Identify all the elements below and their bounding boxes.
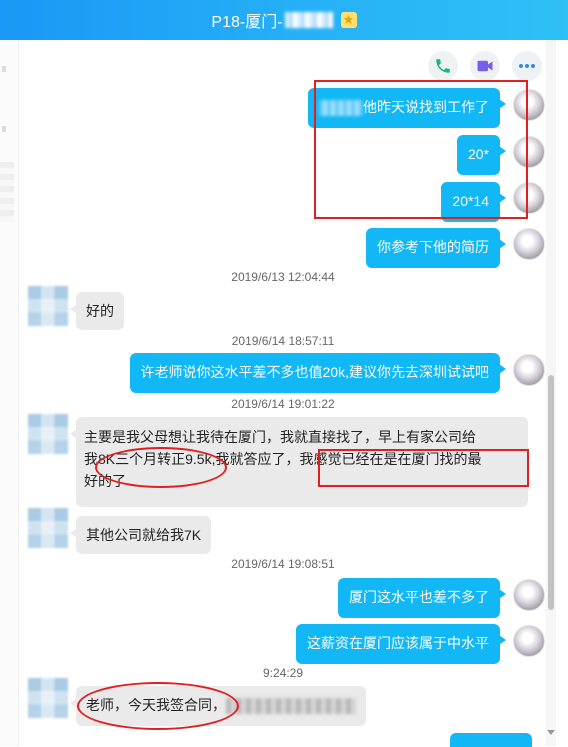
message-text: 这薪资在厦门应该属于中水平 bbox=[307, 635, 489, 651]
annotation-circle bbox=[77, 682, 239, 730]
blurred-side-content bbox=[0, 162, 14, 222]
side-mark bbox=[2, 66, 6, 72]
message-text: 厦门这水平也差不多了 bbox=[349, 589, 489, 605]
timestamp: 2019/6/13 12:04:44 bbox=[231, 270, 335, 284]
annotation-box bbox=[318, 449, 529, 487]
timestamp: 2019/6/14 19:08:51 bbox=[231, 557, 335, 571]
voice-call-button[interactable] bbox=[428, 51, 458, 81]
avatar[interactable] bbox=[28, 508, 68, 548]
annotation-circle bbox=[95, 447, 227, 488]
chat-scrollbar[interactable] bbox=[546, 40, 556, 746]
scroll-down-icon[interactable] bbox=[547, 730, 555, 735]
message-text: 其他公司就给我7K bbox=[86, 527, 202, 543]
avatar[interactable] bbox=[28, 414, 68, 454]
side-panel-edge bbox=[0, 40, 19, 746]
annotation-box bbox=[314, 80, 528, 219]
message-text: 你参考下他的简历 bbox=[377, 239, 489, 255]
timestamp: 9:24:29 bbox=[262, 666, 304, 680]
video-icon bbox=[477, 60, 493, 72]
outgoing-message[interactable]: 厦门这水平也差不多了 bbox=[338, 578, 506, 618]
incoming-message[interactable]: 好的 bbox=[70, 292, 124, 330]
side-mark bbox=[2, 126, 6, 132]
scrollbar-thumb[interactable] bbox=[548, 375, 554, 610]
incoming-message[interactable]: 其他公司就给我7K bbox=[69, 516, 212, 554]
avatar[interactable] bbox=[513, 579, 545, 611]
avatar[interactable] bbox=[28, 678, 68, 718]
more-options-button[interactable] bbox=[512, 51, 542, 81]
timestamp: 2019/6/14 18:57:11 bbox=[231, 334, 335, 348]
more-icon bbox=[519, 64, 535, 68]
blurred-text bbox=[226, 698, 356, 715]
phone-icon bbox=[436, 59, 450, 73]
chat-title: P18-厦门- bbox=[211, 14, 283, 31]
chat-title-bar: P18-厦门- ★ bbox=[0, 0, 568, 40]
outgoing-message[interactable]: 许老师说你这水平差不多也值20k,建议你先去深圳试试吧 bbox=[129, 353, 507, 393]
timestamp: 2019/6/14 19:01:22 bbox=[231, 397, 335, 411]
message-line: 主要是我父母想让我待在厦门，我就直接找了，早上有家公司给 bbox=[84, 429, 476, 445]
avatar[interactable] bbox=[513, 354, 545, 386]
video-call-button[interactable] bbox=[470, 51, 500, 81]
star-icon: ★ bbox=[340, 12, 357, 28]
avatar[interactable] bbox=[513, 625, 545, 657]
avatar[interactable] bbox=[513, 228, 545, 260]
message-text: 好的 bbox=[86, 303, 114, 319]
outgoing-message[interactable]: 这薪资在厦门应该属于中水平 bbox=[296, 624, 506, 664]
message-text: 许老师说你这水平差不多也值20k,建议你先去深圳试试吧 bbox=[140, 364, 489, 380]
avatar[interactable] bbox=[28, 286, 68, 326]
outgoing-message-partial[interactable] bbox=[450, 733, 532, 747]
blurred-contact-name bbox=[284, 12, 333, 28]
outgoing-message[interactable]: 你参考下他的简历 bbox=[366, 228, 506, 268]
